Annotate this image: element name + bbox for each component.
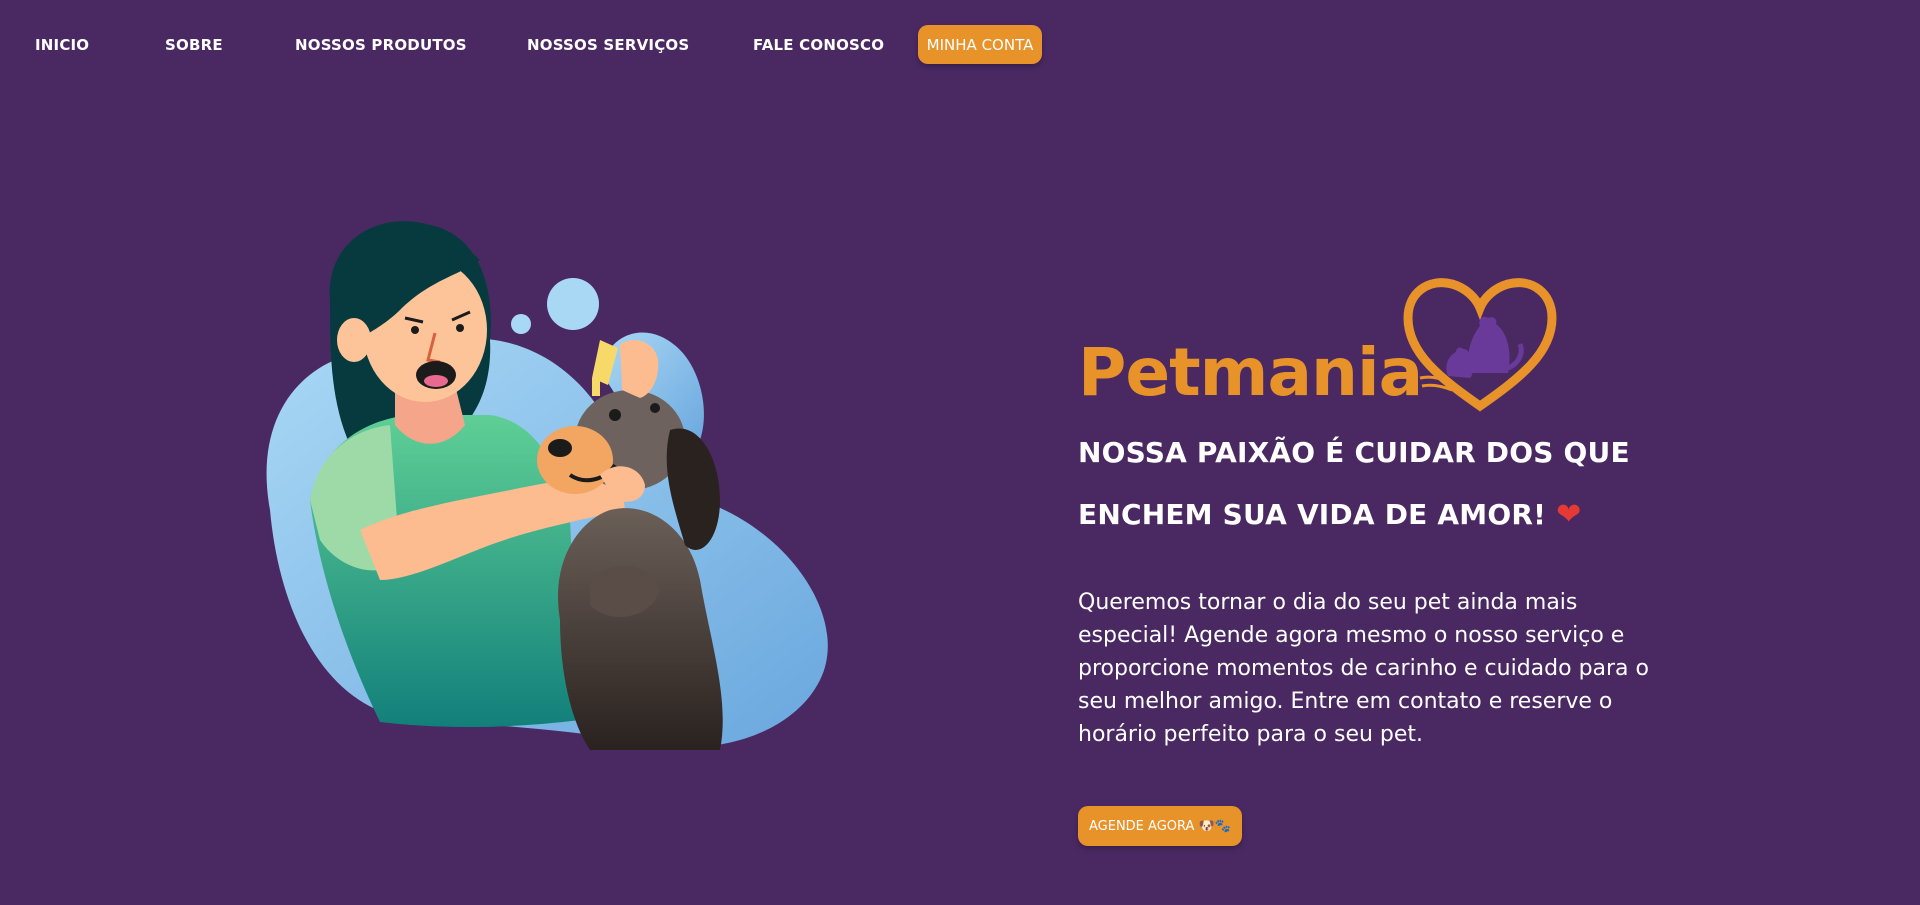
heart-icon: ❤ bbox=[1556, 497, 1582, 532]
brand-name: Petmania bbox=[1078, 334, 1423, 411]
heart-pets-logo-icon bbox=[1403, 278, 1557, 412]
tagline-line-1: NOSSA PAIXÃO É CUIDAR DOS QUE bbox=[1078, 436, 1630, 469]
nav-link-nossos-produtos[interactable]: NOSSOS PRODUTOS bbox=[295, 36, 467, 54]
nav-link-nossos-servicos[interactable]: NOSSOS SERVIÇOS bbox=[527, 36, 689, 54]
agende-agora-button[interactable]: AGENDE AGORA 🐶🐾 bbox=[1078, 806, 1242, 846]
tagline-line-2: ENCHEM SUA VIDA DE AMOR! ❤ bbox=[1078, 497, 1581, 532]
nav-link-inicio[interactable]: INICIO bbox=[35, 36, 89, 54]
minha-conta-button[interactable]: MINHA CONTA bbox=[918, 25, 1042, 64]
hero-description: Queremos tornar o dia do seu pet ainda m… bbox=[1078, 590, 1649, 747]
nav-link-fale-conosco[interactable]: FALE CONOSCO bbox=[753, 36, 884, 54]
nav-link-sobre[interactable]: SOBRE bbox=[165, 36, 223, 54]
tagline-line-2-text: ENCHEM SUA VIDA DE AMOR! bbox=[1078, 498, 1547, 531]
top-navigation: INICIO SOBRE NOSSOS PRODUTOS NOSSOS SERV… bbox=[0, 0, 1920, 90]
woman-grooming-dog-illustration bbox=[266, 221, 828, 750]
